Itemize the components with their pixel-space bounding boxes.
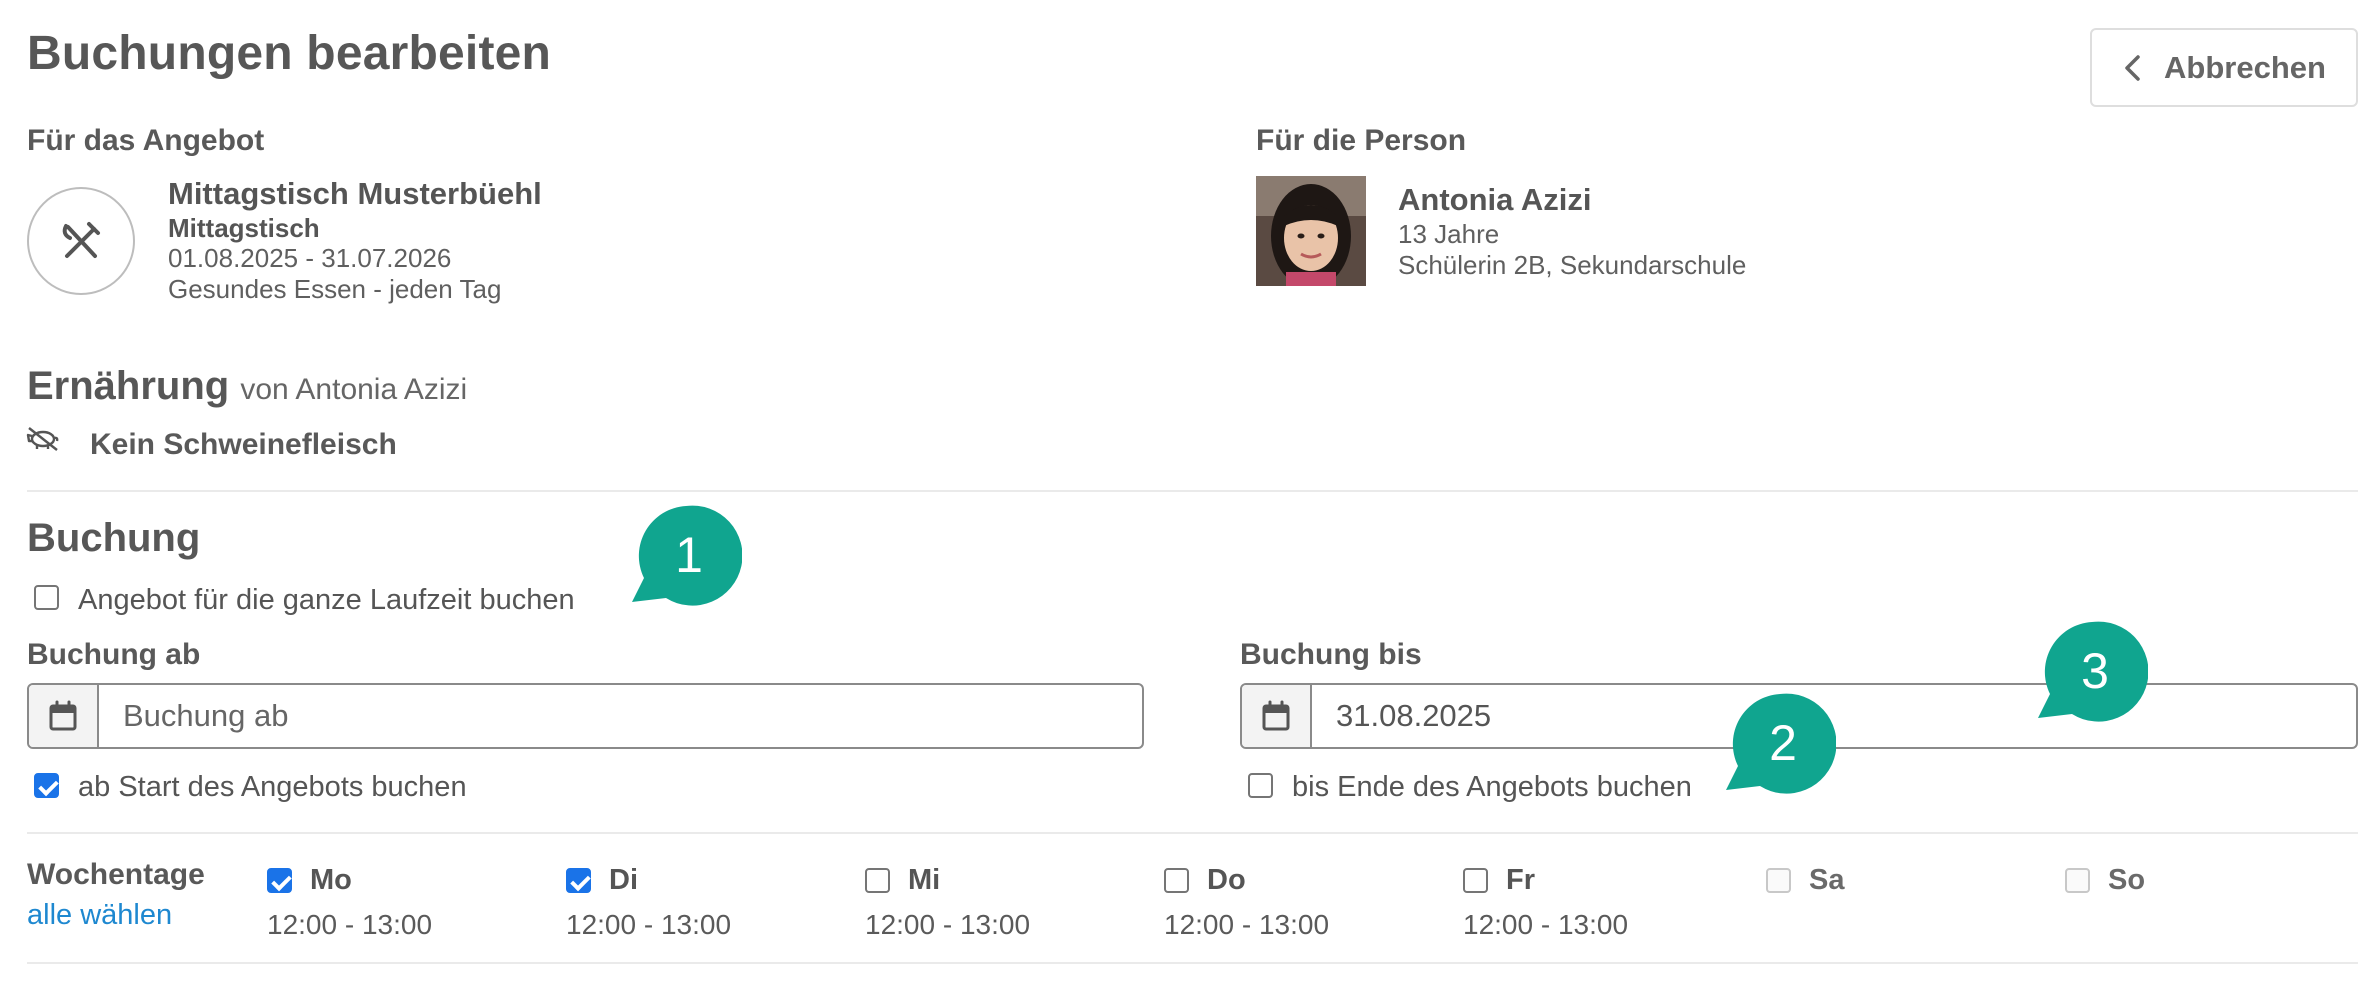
booking-from-input[interactable] [99, 685, 1142, 747]
whole-period-label: Angebot für die ganze Laufzeit buchen [78, 584, 575, 616]
weekday-so-label: So [2108, 864, 2146, 896]
weekday-mo-time: 12:00 - 13:00 [267, 909, 433, 940]
weekday-do-checkbox[interactable] [1164, 868, 1189, 893]
chevron-left-icon [2125, 54, 2140, 81]
weekday-mo: Mo 12:00 - 13:00 [267, 864, 432, 941]
page-title: Buchungen bearbeiten [27, 27, 552, 80]
to-end-label: bis Ende des Angebots buchen [1292, 771, 1692, 803]
person-avatar [1256, 176, 1366, 286]
weekday-do-label: Do [1207, 864, 1246, 896]
weekday-mo-checkbox[interactable] [267, 868, 292, 893]
weekday-sa: Sa [1766, 864, 1844, 909]
weekday-so-checkbox [2065, 868, 2090, 893]
offer-description: Gesundes Essen - jeden Tag [168, 274, 502, 304]
weekday-fr-time: 12:00 - 13:00 [1463, 909, 1629, 940]
cancel-button[interactable]: Abbrechen [2090, 28, 2358, 107]
weekday-fr-label: Fr [1506, 864, 1535, 896]
weekday-do-time: 12:00 - 13:00 [1164, 909, 1330, 940]
whole-period-checkbox[interactable] [34, 585, 59, 610]
weekday-do: Do 12:00 - 13:00 [1164, 864, 1329, 941]
callout-bubble-3: 3 [2038, 621, 2148, 722]
booking-title: Buchung [27, 516, 201, 560]
to-end-checkbox[interactable] [1248, 773, 1273, 798]
no-pork-icon [26, 427, 59, 451]
calendar-icon [1262, 700, 1290, 731]
offer-section-label: Für das Angebot [27, 124, 265, 157]
weekday-di-label: Di [609, 864, 638, 896]
calendar-icon [49, 700, 77, 731]
weekday-sa-label: Sa [1809, 864, 1845, 896]
weekday-mi: Mi 12:00 - 13:00 [865, 864, 1030, 941]
weekday-mi-time: 12:00 - 13:00 [865, 909, 1031, 940]
booking-to-label: Buchung bis [1240, 638, 1422, 671]
cancel-button-label: Abbrechen [2164, 49, 2326, 85]
from-start-checkbox[interactable] [34, 773, 59, 798]
cutlery-icon [62, 222, 100, 258]
divider [27, 962, 2358, 964]
offer-period: 01.08.2025 - 31.07.2026 [168, 243, 452, 273]
offer-name: Mittagstisch Musterbüehl [168, 176, 542, 211]
callout-bubble-2: 2 [1726, 693, 1836, 794]
nutrition-title-text: Ernährung [27, 364, 230, 408]
weekday-mo-label: Mo [310, 864, 352, 896]
divider [27, 832, 2358, 834]
offer-type: Mittagstisch [168, 213, 320, 243]
weekday-fr: Fr 12:00 - 13:00 [1463, 864, 1628, 941]
callout-number-3: 3 [2081, 643, 2109, 699]
weekday-fr-checkbox[interactable] [1463, 868, 1488, 893]
nutrition-subtitle: von Antonia Azizi [240, 373, 468, 406]
weekday-di-checkbox[interactable] [566, 868, 591, 893]
booking-from-calendar-button[interactable] [29, 685, 99, 747]
select-all-days-link[interactable]: alle wählen [27, 899, 172, 932]
divider [27, 490, 2358, 492]
person-name: Antonia Azizi [1398, 182, 1592, 217]
weekday-mi-label: Mi [908, 864, 941, 896]
booking-from-label: Buchung ab [27, 638, 201, 671]
weekday-sa-checkbox [1766, 868, 1791, 893]
callout-number-2: 2 [1769, 715, 1797, 771]
nutrition-item: Kein Schweinefleisch [90, 428, 397, 461]
weekday-di-time: 12:00 - 13:00 [566, 909, 732, 940]
booking-to-calendar-button[interactable] [1242, 685, 1312, 747]
person-age: 13 Jahre [1398, 219, 1500, 249]
weekday-so: So [2065, 864, 2145, 909]
nutrition-title: Ernährung von Antonia Azizi [27, 364, 467, 409]
offer-avatar [27, 187, 135, 295]
booking-from-input-group [27, 683, 1144, 749]
weekday-mi-checkbox[interactable] [865, 868, 890, 893]
weekday-di: Di 12:00 - 13:00 [566, 864, 731, 941]
person-role: Schülerin 2B, Sekundarschule [1398, 250, 1747, 280]
from-start-label: ab Start des Angebots buchen [78, 771, 467, 803]
weekdays-label: Wochentage [27, 858, 205, 891]
callout-bubble-1: 1 [632, 505, 742, 606]
person-section-label: Für die Person [1256, 124, 1467, 157]
callout-number-1: 1 [675, 527, 703, 583]
